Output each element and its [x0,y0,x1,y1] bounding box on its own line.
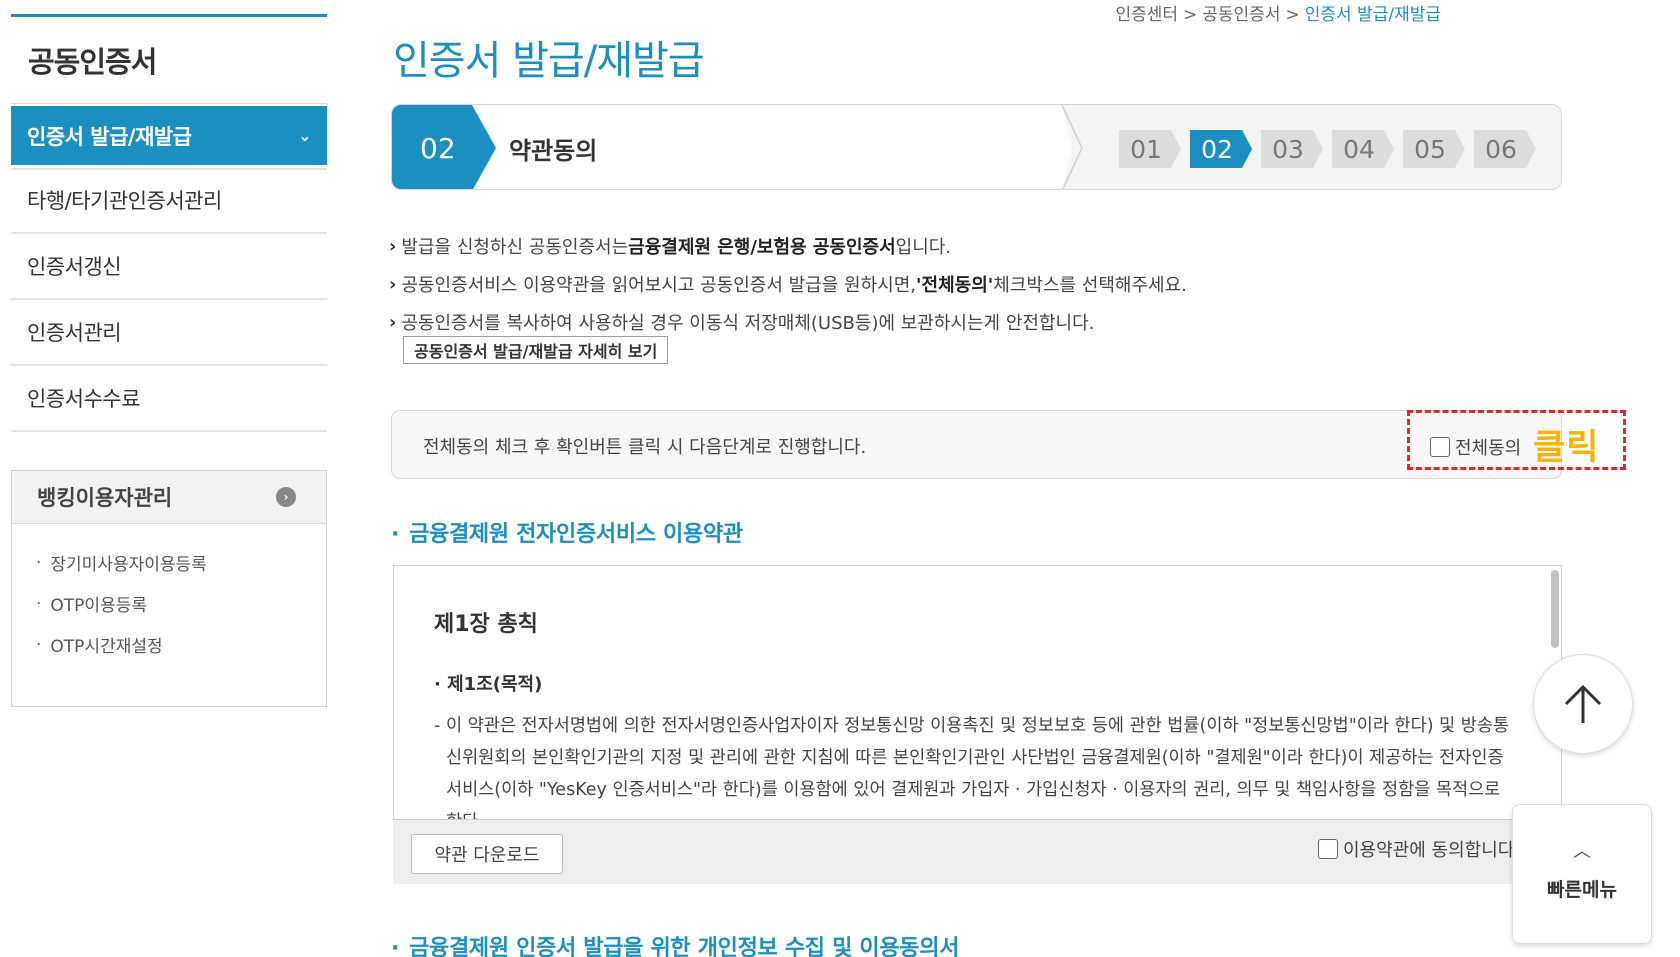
click-annotation: 클릭 [1533,428,1600,468]
sidebar-item-renew[interactable]: 인증서갱신 [11,234,327,300]
step-number: 06 [1474,130,1536,168]
sidebar-menu: 인증서 발급/재발급 ⌄ 타행/타기관인증서관리 인증서갱신 인증서관리 인증서… [11,103,327,432]
terms-body: 이 약관은 전자서명법에 의한 전자서명인증사업자이자 정보통신망 이용촉진 및… [434,710,1511,819]
guide-notes: 발급을 신청하신 공동인증서는 금융결제원 은행/보험용 공동인증서 입니다. … [389,227,1187,341]
agree-all-bar: 전체동의 체크 후 확인버튼 클릭 시 다음단계로 진행합니다. [391,410,1562,479]
breadcrumb-current: 인증서 발급/재발급 [1304,5,1441,25]
sidebar-item-label: 인증서관리 [27,321,122,345]
banking-user-panel: 뱅킹이용자관리 › 장기미사용자이용등록 OTP이용등록 OTP시간재설정 [11,470,327,707]
breadcrumb-item[interactable]: 공동인증서 [1202,5,1280,25]
checkbox-icon[interactable] [1318,839,1338,859]
step-number: 05 [1403,130,1465,168]
chevron-up-icon: ︿ [1573,841,1591,862]
sidebar-item-other-bank[interactable]: 타행/타기관인증서관리 [11,168,327,234]
sidebar-item-label: 인증서갱신 [27,255,122,279]
banking-link-otp-register[interactable]: OTP이용등록 [36,583,326,624]
terms-agree-label: 이용약관에 동의합니다 [1343,840,1515,861]
note-text: 공동인증서를 복사하여 사용하실 경우 이동식 저장매체(USB등)에 보관하시… [401,313,1095,334]
note-text: 공동인증서비스 이용약관을 읽어보시고 공동인증서 발급을 원하시면, [401,275,916,296]
sidebar-item-label: 타행/타기관인증서관리 [27,189,222,213]
terms-download-button[interactable]: 약관 다운로드 [411,834,563,874]
guide-note: 공동인증서비스 이용약관을 읽어보시고 공동인증서 발급을 원하시면, '전체동… [389,265,1187,303]
breadcrumb-separator-icon: > [1285,5,1300,25]
terms-section-title: 금융결제원 전자인증서비스 이용약관 [391,516,743,548]
agree-all-checkbox[interactable]: 전체동의 [1430,434,1521,460]
arrow-right-circle-icon[interactable]: › [276,487,296,507]
sidebar: 공동인증서 인증서 발급/재발급 ⌄ 타행/타기관인증서관리 인증서갱신 인증서… [11,14,327,707]
note-emphasis: 금융결제원 은행/보험용 공동인증서 [628,237,896,258]
agree-all-label: 전체동의 [1455,438,1522,459]
terms-scrollbar[interactable] [1551,570,1559,648]
checkbox-icon[interactable] [1430,437,1450,457]
arrow-up-icon [1564,684,1602,723]
page-title: 인증서 발급/재발급 [393,38,705,84]
terms-content: 제1장 총칙 제1조(목적) 이 약관은 전자서명법에 의한 전자서명인증사업자… [394,566,1561,819]
note-emphasis: '전체동의' [916,275,994,296]
sidebar-title: 공동인증서 [28,45,157,79]
sidebar-item-label: 인증서 발급/재발급 [27,124,192,149]
note-text: 발급을 신청하신 공동인증서는 [401,237,629,258]
step-number-active: 02 [1190,130,1252,168]
banking-user-list: 장기미사용자이용등록 OTP이용등록 OTP시간재설정 [12,524,326,665]
terms-article: 제1조(목적) [434,670,1511,696]
step-divider-icon [1061,105,1083,189]
step-number: 04 [1332,130,1394,168]
quick-menu-label: 빠른메뉴 [1547,879,1617,901]
sidebar-item-fee[interactable]: 인증서수수료 [11,366,327,432]
breadcrumb-item[interactable]: 인증센터 [1115,5,1178,25]
step-number-list: 01 02 03 04 05 06 [1119,130,1545,168]
step-current-label: 약관동의 [509,137,598,165]
privacy-section-title: 금융결제원 인증서 발급을 위한 개인정보 수집 및 이용동의서 [391,930,959,957]
note-text: 체크박스를 선택해주세요. [993,275,1187,296]
note-text: 입니다. [895,237,952,258]
breadcrumb-separator-icon: > [1183,5,1198,25]
terms-chapter: 제1장 총칙 [434,612,538,637]
sidebar-item-label: 인증서수수료 [27,387,140,411]
step-number: 03 [1261,130,1323,168]
banking-user-title: 뱅킹이용자관리 [37,486,173,510]
sidebar-item-issue[interactable]: 인증서 발급/재발급 ⌄ [11,106,327,168]
banking-link-dormant[interactable]: 장기미사용자이용등록 [36,542,326,583]
step-number: 01 [1119,130,1181,168]
terms-agree-checkbox[interactable]: 이용약관에 동의합니다 [1318,836,1514,862]
chevron-down-icon: ⌄ [298,126,311,145]
banking-user-header[interactable]: 뱅킹이용자관리 › [12,471,326,524]
terms-footer: 약관 다운로드 이용약관에 동의합니다 [393,820,1562,884]
breadcrumb: 인증센터 > 공동인증서 > 인증서 발급/재발급 [1115,0,1441,25]
detail-view-button[interactable]: 공동인증서 발급/재발급 자세히 보기 [403,336,669,364]
sidebar-item-manage[interactable]: 인증서관리 [11,300,327,366]
agree-all-instruction: 전체동의 체크 후 확인버튼 클릭 시 다음단계로 진행합니다. [423,437,867,458]
quick-menu-button[interactable]: ︿ 빠른메뉴 [1512,804,1652,944]
guide-note: 발급을 신청하신 공동인증서는 금융결제원 은행/보험용 공동인증서 입니다. [389,227,1187,265]
step-indicator: 02 약관동의 01 02 03 04 05 06 [391,104,1562,190]
scroll-top-button[interactable] [1533,654,1633,754]
terms-content-box[interactable]: 제1장 총칙 제1조(목적) 이 약관은 전자서명법에 의한 전자서명인증사업자… [393,565,1562,820]
banking-link-otp-time-reset[interactable]: OTP시간재설정 [36,624,326,665]
